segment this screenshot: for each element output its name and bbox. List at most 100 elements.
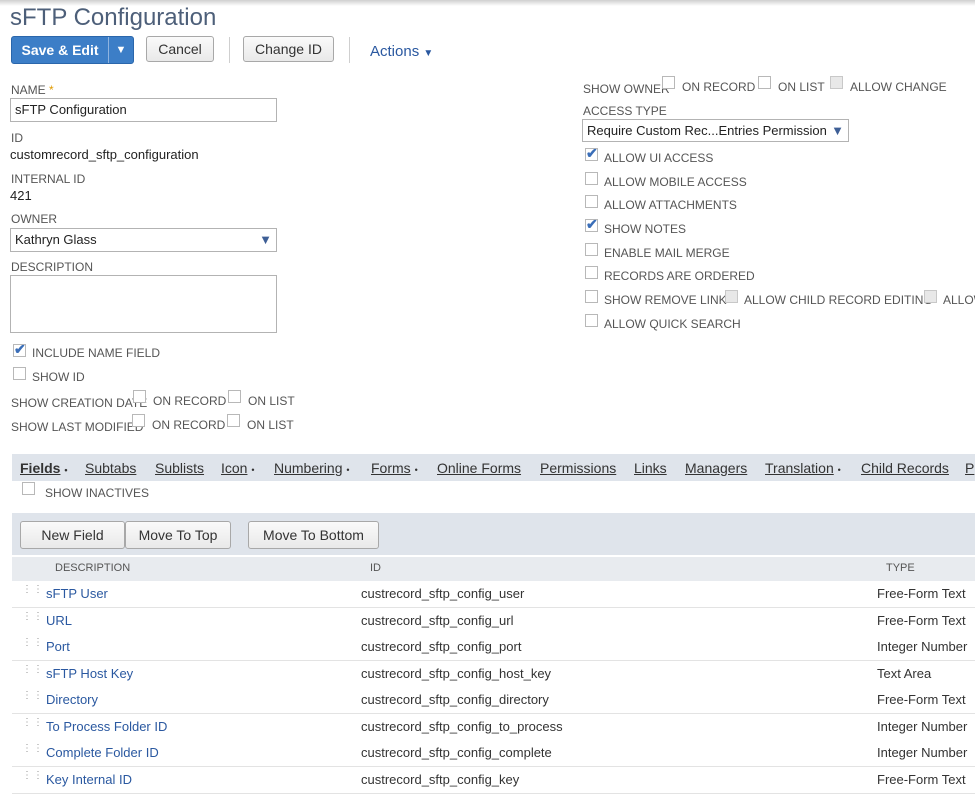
- toolbar-divider: [229, 37, 230, 63]
- modified-on-list-checkbox[interactable]: [227, 414, 240, 427]
- allow-child-record-editing-checkbox[interactable]: [725, 290, 738, 303]
- drag-handle-icon[interactable]: ⋮⋮: [22, 638, 43, 654]
- caret-down-icon: ▼: [423, 48, 434, 59]
- owner-on-record-checkbox[interactable]: [662, 76, 675, 89]
- field-id: custrecord_sftp_config_port: [361, 639, 522, 654]
- table-row[interactable]: ⋮⋮ Complete Folder ID custrecord_sftp_co…: [12, 740, 975, 767]
- change-id-button[interactable]: Change ID: [243, 36, 334, 62]
- field-description-link[interactable]: Port: [46, 639, 70, 654]
- field-description-link[interactable]: Key Internal ID: [46, 772, 132, 787]
- column-header-id[interactable]: ID: [370, 562, 381, 574]
- allow-attachments-checkbox[interactable]: [585, 195, 598, 208]
- move-to-top-button[interactable]: Move To Top: [125, 521, 231, 549]
- cancel-button[interactable]: Cancel: [146, 36, 214, 62]
- tab-child-records[interactable]: Child Records: [861, 460, 949, 476]
- owner-select[interactable]: Kathryn Glass ▼: [10, 228, 277, 252]
- records-are-ordered-label: RECORDS ARE ORDERED: [604, 269, 755, 283]
- table-row[interactable]: ⋮⋮ URL custrecord_sftp_config_url Free-F…: [12, 608, 975, 635]
- owner-on-record-label: ON RECORD: [682, 80, 756, 94]
- field-description-link[interactable]: URL: [46, 613, 72, 628]
- field-type: Text Area: [877, 666, 932, 681]
- modified-on-list-label: ON LIST: [247, 418, 294, 432]
- chevron-down-icon: ▼: [831, 123, 844, 138]
- field-id: custrecord_sftp_config_key: [361, 772, 520, 787]
- table-row[interactable]: ⋮⋮ To Process Folder ID custrecord_sftp_…: [12, 714, 975, 741]
- enable-mail-merge-checkbox[interactable]: [585, 243, 598, 256]
- tab-links[interactable]: Links: [634, 460, 667, 476]
- creation-on-record-checkbox[interactable]: [133, 390, 146, 403]
- save-edit-button[interactable]: Save & Edit ▼: [11, 36, 134, 64]
- field-id: custrecord_sftp_config_directory: [361, 692, 549, 707]
- tab-subtabs[interactable]: Subtabs: [85, 460, 136, 476]
- tab-forms[interactable]: Forms •: [371, 460, 418, 476]
- drag-handle-icon[interactable]: ⋮⋮: [22, 691, 43, 707]
- new-field-button[interactable]: New Field: [20, 521, 125, 549]
- allow-mobile-access-checkbox[interactable]: [585, 172, 598, 185]
- move-to-bottom-button[interactable]: Move To Bottom: [248, 521, 379, 549]
- field-description-link[interactable]: sFTP User: [46, 586, 108, 601]
- show-id-checkbox[interactable]: [13, 367, 26, 380]
- allow-child-record-editing-label: ALLOW CHILD RECORD EDITING: [744, 293, 933, 307]
- column-header-type[interactable]: TYPE: [886, 562, 915, 574]
- allow-ui-access-label: ALLOW UI ACCESS: [604, 151, 714, 165]
- drag-handle-icon[interactable]: ⋮⋮: [22, 665, 43, 681]
- include-name-field-checkbox[interactable]: ✔: [13, 341, 26, 357]
- save-edit-label[interactable]: Save & Edit: [12, 37, 108, 63]
- allow-truncated-checkbox[interactable]: [924, 290, 937, 303]
- table-row[interactable]: ⋮⋮ Port custrecord_sftp_config_port Inte…: [12, 634, 975, 661]
- allow-truncated-label: ALLOW: [943, 293, 975, 307]
- column-header-description[interactable]: DESCRIPTION: [55, 562, 130, 574]
- creation-on-list-checkbox[interactable]: [228, 390, 241, 403]
- drag-handle-icon[interactable]: ⋮⋮: [22, 585, 43, 601]
- enable-mail-merge-label: ENABLE MAIL MERGE: [604, 246, 730, 260]
- owner-label: OWNER: [11, 212, 57, 226]
- description-textarea[interactable]: [10, 275, 277, 333]
- field-id: custrecord_sftp_config_host_key: [361, 666, 552, 681]
- tab-translation[interactable]: Translation •: [765, 460, 841, 476]
- description-label: DESCRIPTION: [11, 260, 94, 274]
- drag-handle-icon[interactable]: ⋮⋮: [22, 718, 43, 734]
- table-row[interactable]: ⋮⋮ Directory custrecord_sftp_config_dire…: [12, 687, 975, 714]
- owner-on-list-checkbox[interactable]: [758, 76, 771, 89]
- tab-sublists[interactable]: Sublists: [155, 460, 204, 476]
- modified-on-record-checkbox[interactable]: [132, 414, 145, 427]
- tab-fields[interactable]: Fields •: [20, 460, 68, 476]
- field-description-link[interactable]: Complete Folder ID: [46, 745, 159, 760]
- name-input[interactable]: sFTP Configuration: [10, 98, 277, 122]
- field-type: Integer Number: [877, 745, 968, 760]
- show-notes-checkbox[interactable]: ✔: [585, 216, 598, 232]
- tab-numbering[interactable]: Numbering •: [274, 460, 350, 476]
- allow-change-checkbox[interactable]: [830, 76, 843, 89]
- actions-label[interactable]: Actions: [370, 43, 419, 60]
- owner-on-list-label: ON LIST: [778, 80, 825, 94]
- table-row[interactable]: ⋮⋮ Key Internal ID custrecord_sftp_confi…: [12, 767, 975, 794]
- field-id: custrecord_sftp_config_to_process: [361, 719, 563, 734]
- show-inactives-label: SHOW INACTIVES: [45, 486, 150, 500]
- drag-handle-icon[interactable]: ⋮⋮: [22, 612, 43, 628]
- tab-managers[interactable]: Managers: [685, 460, 747, 476]
- field-description-link[interactable]: Directory: [46, 692, 98, 707]
- tab-permissions[interactable]: Permissions: [540, 460, 616, 476]
- field-description-link[interactable]: To Process Folder ID: [46, 719, 167, 734]
- allow-ui-access-checkbox[interactable]: ✔: [585, 145, 598, 161]
- field-description-link[interactable]: sFTP Host Key: [46, 666, 133, 681]
- chevron-down-icon[interactable]: ▼: [109, 37, 133, 63]
- drag-handle-icon[interactable]: ⋮⋮: [22, 744, 43, 760]
- internal-id-value: 421: [10, 188, 32, 203]
- drag-handle-icon[interactable]: ⋮⋮: [22, 771, 43, 787]
- tab-icon[interactable]: Icon •: [221, 460, 255, 476]
- show-remove-link-checkbox[interactable]: [585, 290, 598, 303]
- tab-truncated[interactable]: P: [965, 460, 974, 476]
- internal-id-label: INTERNAL ID: [11, 172, 86, 186]
- show-owner-label: SHOW OWNER: [583, 82, 670, 96]
- tab-online-forms[interactable]: Online Forms: [437, 460, 521, 476]
- table-row[interactable]: ⋮⋮ sFTP Host Key custrecord_sftp_config_…: [12, 661, 975, 688]
- show-inactives-checkbox[interactable]: [22, 482, 35, 495]
- access-type-select[interactable]: Require Custom Rec...Entries Permission …: [582, 119, 849, 142]
- chevron-down-icon: ▼: [259, 232, 272, 247]
- allow-quick-search-checkbox[interactable]: [585, 314, 598, 327]
- records-are-ordered-checkbox[interactable]: [585, 266, 598, 279]
- table-row[interactable]: ⋮⋮ sFTP User custrecord_sftp_config_user…: [12, 581, 975, 608]
- actions-menu[interactable]: Actions ▼: [370, 43, 433, 60]
- field-type: Free-Form Text: [877, 772, 966, 787]
